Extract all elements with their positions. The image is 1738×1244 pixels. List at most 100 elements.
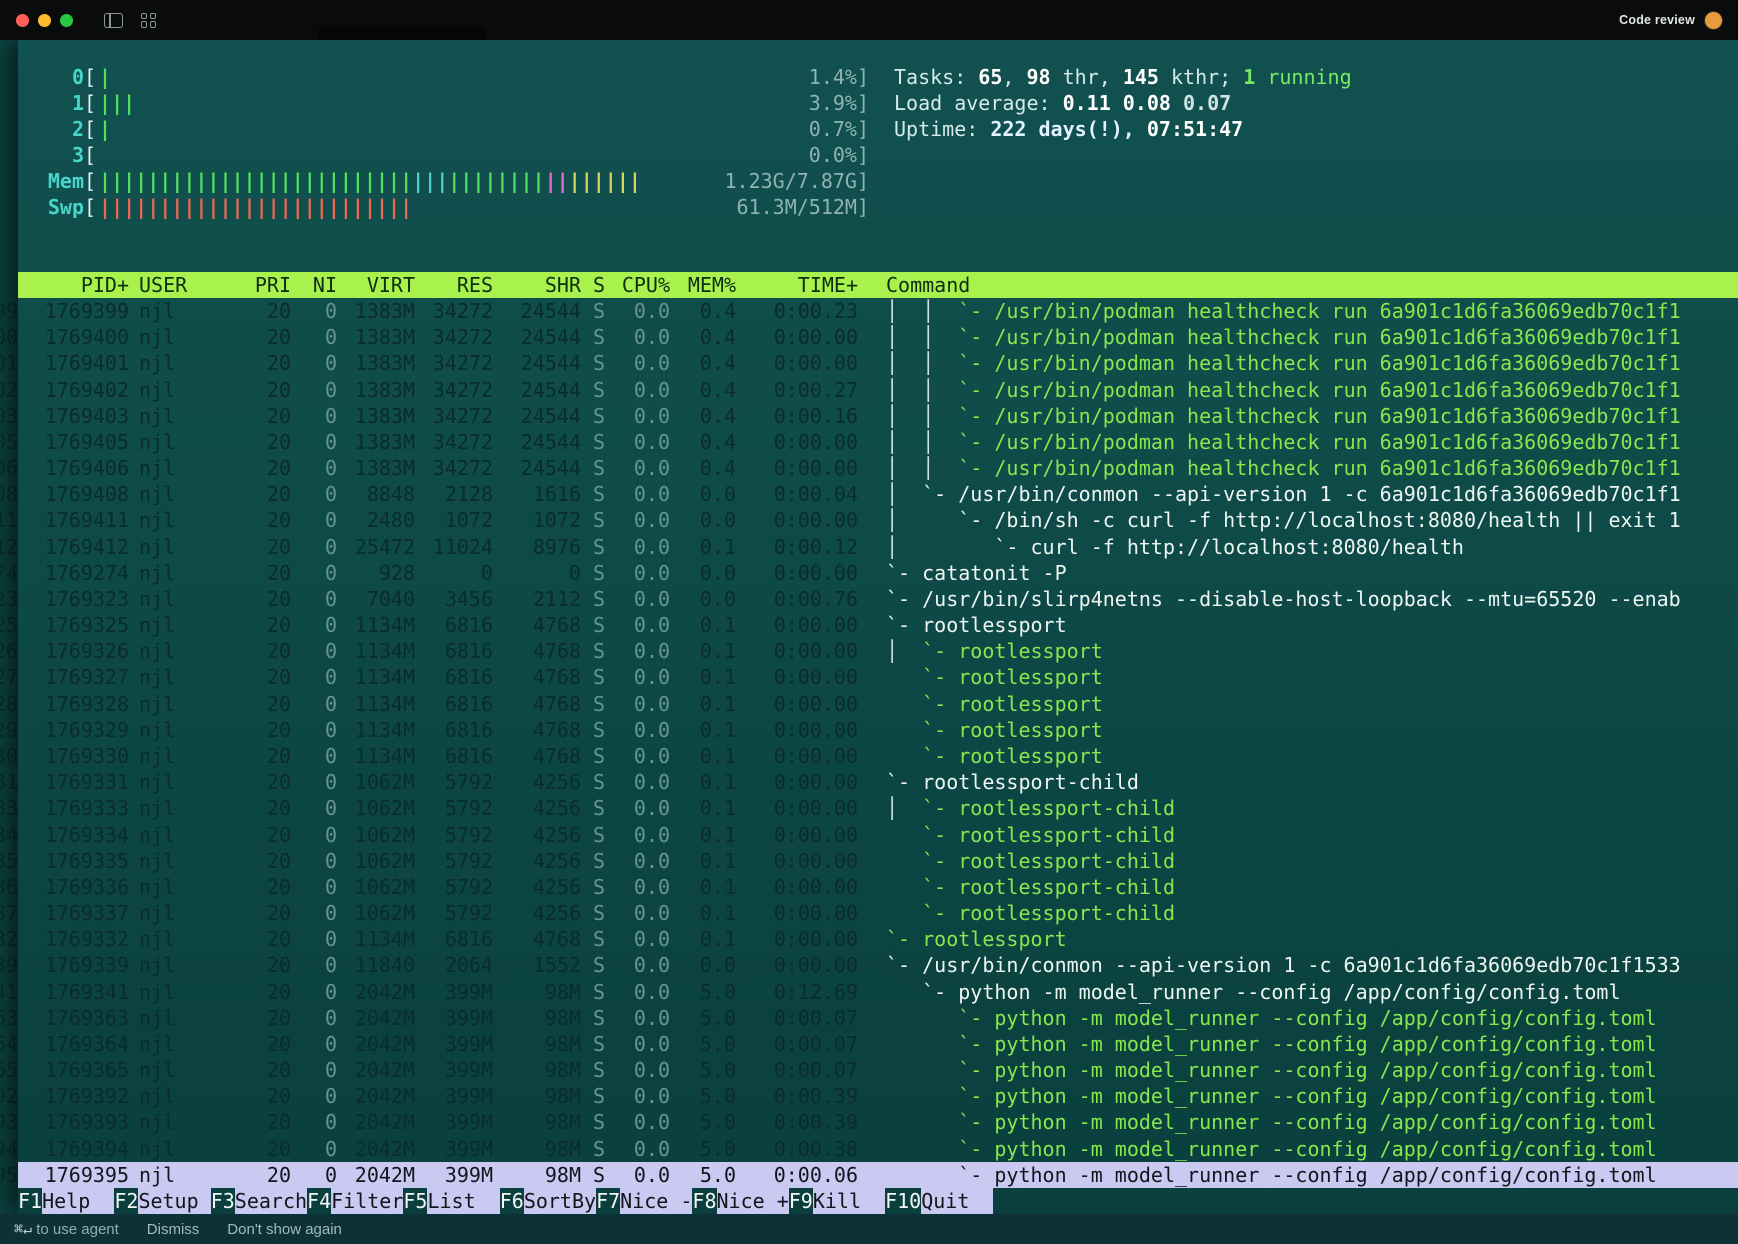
user-cell: njl [129, 456, 221, 480]
state-cell: S [581, 901, 605, 925]
column-header-mem[interactable]: MEM% [670, 272, 736, 298]
column-header-cpu[interactable]: CPU% [605, 272, 670, 298]
background-window-notch [318, 27, 486, 40]
process-row[interactable]: 1769394 njl 20 0 2042M 399M 98M S 0.0 5.… [18, 1136, 1738, 1162]
column-header-res[interactable]: RES [415, 272, 493, 298]
tree-guides [886, 980, 922, 1004]
pid-cell: 1769412 [18, 535, 129, 559]
process-row[interactable]: 1769411 njl 20 0 2480 1072 1072 S 0.0 0.… [18, 507, 1738, 533]
command-cell: │ │ `- /usr/bin/podman healthcheck run 6… [858, 378, 1738, 402]
function-key[interactable]: F5List [403, 1188, 499, 1214]
process-row[interactable]: 1769395 njl 20 0 2042M 399M 98M S 0.0 5.… [18, 1162, 1738, 1188]
function-key[interactable]: F3Search [211, 1188, 307, 1214]
process-row[interactable]: 1769408 njl 20 0 8848 2128 1616 S 0.0 0.… [18, 481, 1738, 507]
process-row[interactable]: 1769393 njl 20 0 2042M 399M 98M S 0.0 5.… [18, 1109, 1738, 1135]
avatar-badge[interactable] [1705, 12, 1722, 29]
process-row[interactable]: 1769400 njl 20 0 1383M 34272 24544 S 0.0… [18, 324, 1738, 350]
code-review-button[interactable]: Code review [1619, 13, 1695, 27]
function-key[interactable]: F2Setup [114, 1188, 210, 1214]
process-row[interactable]: 1769332 njl 20 0 1134M 6816 4768 S 0.0 0… [18, 926, 1738, 952]
cpu-cell: 0.0 [605, 613, 670, 637]
column-header-shr[interactable]: SHR [493, 272, 581, 298]
time-cell: 0:00.00 [736, 430, 858, 454]
command-text: `- /bin/sh -c curl -f http://localhost:8… [958, 508, 1680, 532]
process-row[interactable]: 1769333 njl 20 0 1062M 5792 4256 S 0.0 0… [18, 795, 1738, 821]
function-key-bar: F1Help F2Setup F3Search F4Filter F5List … [18, 1188, 1738, 1214]
process-row[interactable]: 1769326 njl 20 0 1134M 6816 4768 S 0.0 0… [18, 638, 1738, 664]
process-row[interactable]: 1769341 njl 20 0 2042M 399M 98M S 0.0 5.… [18, 978, 1738, 1004]
column-header-ni[interactable]: NI [291, 272, 337, 298]
user-cell: njl [129, 299, 221, 323]
process-row[interactable]: 1769329 njl 20 0 1134M 6816 4768 S 0.0 0… [18, 717, 1738, 743]
column-header-pri[interactable]: PRI [221, 272, 291, 298]
process-row[interactable]: 1769327 njl 20 0 1134M 6816 4768 S 0.0 0… [18, 664, 1738, 690]
pid-fragment: 1769330 [0, 743, 18, 769]
virt-cell: 1062M [337, 796, 415, 820]
function-key[interactable]: F10Quit [885, 1188, 993, 1214]
process-row[interactable]: 1769323 njl 20 0 7040 3456 2112 S 0.0 0.… [18, 586, 1738, 612]
column-header-command[interactable]: Command [858, 272, 1738, 298]
function-key-label: List [427, 1188, 499, 1214]
process-row[interactable]: 1769363 njl 20 0 2042M 399M 98M S 0.0 5.… [18, 1005, 1738, 1031]
cpu3-label: 3 [32, 142, 84, 168]
user-cell: njl [129, 1058, 221, 1082]
process-row[interactable]: 1769331 njl 20 0 1062M 5792 4256 S 0.0 0… [18, 769, 1738, 795]
process-row[interactable]: 1769401 njl 20 0 1383M 34272 24544 S 0.0… [18, 350, 1738, 376]
process-row[interactable]: 1769334 njl 20 0 1062M 5792 4256 S 0.0 0… [18, 821, 1738, 847]
process-row[interactable]: 1769339 njl 20 0 11840 2064 1552 S 0.0 0… [18, 952, 1738, 978]
cpu1-percent: 3.9%] [809, 90, 869, 116]
function-key[interactable]: F4Filter [307, 1188, 403, 1214]
mem-cell: 0.1 [670, 875, 736, 899]
traffic-light-close[interactable] [16, 14, 29, 27]
virt-cell: 1134M [337, 665, 415, 689]
user-cell: njl [129, 561, 221, 585]
sidebar-toggle-icon[interactable] [104, 13, 123, 28]
column-header-time[interactable]: TIME+ [736, 272, 858, 298]
command-cell: `- rootlessport-child [858, 849, 1738, 873]
process-row[interactable]: 1769328 njl 20 0 1134M 6816 4768 S 0.0 0… [18, 691, 1738, 717]
dismiss-button[interactable]: Dismiss [147, 1221, 200, 1238]
pid-fragment: 1769400 [0, 324, 18, 350]
function-key[interactable]: F6SortBy [500, 1188, 596, 1214]
process-row[interactable]: 1769336 njl 20 0 1062M 5792 4256 S 0.0 0… [18, 874, 1738, 900]
function-key[interactable]: F7Nice - [596, 1188, 692, 1214]
function-key[interactable]: F9Kill [789, 1188, 885, 1214]
process-row[interactable]: 1769406 njl 20 0 1383M 34272 24544 S 0.0… [18, 455, 1738, 481]
dont-show-again-button[interactable]: Don't show again [227, 1221, 342, 1238]
mem-cell: 0.1 [670, 613, 736, 637]
process-row[interactable]: 1769337 njl 20 0 1062M 5792 4256 S 0.0 0… [18, 900, 1738, 926]
process-row[interactable]: 1769330 njl 20 0 1134M 6816 4768 S 0.0 0… [18, 743, 1738, 769]
grid-layout-icon[interactable] [141, 13, 156, 28]
virt-cell: 1062M [337, 770, 415, 794]
process-row[interactable]: 1769274 njl 20 0 928 0 0 S 0.0 0.0 0:00.… [18, 560, 1738, 586]
column-header-state[interactable]: S [581, 272, 605, 298]
process-row[interactable]: 1769392 njl 20 0 2042M 399M 98M S 0.0 5.… [18, 1083, 1738, 1109]
column-header-user[interactable]: USER [129, 272, 221, 298]
traffic-light-minimize[interactable] [38, 14, 51, 27]
pid-fragment: 1769403 [0, 403, 18, 429]
process-row[interactable]: 1769412 njl 20 0 25472 11024 8976 S 0.0 … [18, 534, 1738, 560]
process-row[interactable]: 1769325 njl 20 0 1134M 6816 4768 S 0.0 0… [18, 612, 1738, 638]
function-key[interactable]: F1Help [18, 1188, 114, 1214]
res-cell: 6816 [415, 927, 493, 951]
process-row[interactable]: 1769402 njl 20 0 1383M 34272 24544 S 0.0… [18, 377, 1738, 403]
column-header-pid[interactable]: PID+ [18, 272, 129, 298]
time-cell: 0:00.00 [736, 508, 858, 532]
shr-cell: 98M [493, 1032, 581, 1056]
state-cell: S [581, 823, 605, 847]
process-row[interactable]: 1769399 njl 20 0 1383M 34272 24544 S 0.0… [18, 298, 1738, 324]
process-row[interactable]: 1769365 njl 20 0 2042M 399M 98M S 0.0 5.… [18, 1057, 1738, 1083]
command-text: `- python -m model_runner --config /app/… [958, 1058, 1656, 1082]
column-header-virt[interactable]: VIRT [337, 272, 415, 298]
pri-cell: 20 [221, 692, 291, 716]
process-row[interactable]: 1769405 njl 20 0 1383M 34272 24544 S 0.0… [18, 429, 1738, 455]
uptime: Uptime: 222 days(!), 07:51:47 [894, 116, 1352, 142]
shr-cell: 98M [493, 1137, 581, 1161]
process-row[interactable]: 1769335 njl 20 0 1062M 5792 4256 S 0.0 0… [18, 848, 1738, 874]
process-row[interactable]: 1769364 njl 20 0 2042M 399M 98M S 0.0 5.… [18, 1031, 1738, 1057]
traffic-light-zoom[interactable] [60, 14, 73, 27]
function-key[interactable]: F8Nice + [692, 1188, 788, 1214]
process-row[interactable]: 1769403 njl 20 0 1383M 34272 24544 S 0.0… [18, 403, 1738, 429]
cpu1-bar: ||| [99, 90, 135, 116]
user-cell: njl [129, 482, 221, 506]
